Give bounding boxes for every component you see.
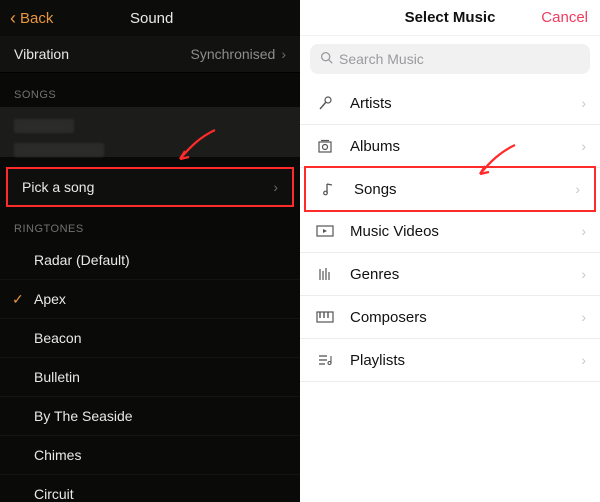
- category-artists[interactable]: Artists ›: [300, 82, 600, 125]
- page-title: Sound: [13, 10, 290, 27]
- category-label: Songs: [354, 181, 397, 198]
- section-ringtones-label: RINGTONES: [0, 207, 300, 241]
- category-albums[interactable]: Albums ›: [300, 125, 600, 168]
- ringtone-label: By The Seaside: [34, 408, 133, 424]
- chevron-right-icon: ›: [575, 181, 580, 197]
- category-label: Albums: [350, 138, 400, 155]
- music-category-list: Artists › Albums › Songs › Music Vide: [300, 82, 600, 382]
- note-icon: [318, 180, 340, 198]
- category-songs[interactable]: Songs ›: [304, 166, 596, 212]
- category-composers[interactable]: Composers ›: [300, 296, 600, 339]
- cancel-button[interactable]: Cancel: [541, 9, 588, 26]
- songs-area: [0, 107, 300, 157]
- category-label: Genres: [350, 266, 399, 283]
- chevron-right-icon: ›: [581, 352, 586, 368]
- header-left: ‹ Back Sound: [0, 0, 300, 36]
- blurred-song-item: [14, 119, 74, 133]
- category-music-videos[interactable]: Music Videos ›: [300, 210, 600, 253]
- ringtone-row[interactable]: Bulletin: [0, 358, 300, 397]
- pick-song-label: Pick a song: [22, 179, 94, 195]
- guitar-icon: [314, 265, 336, 283]
- ringtone-row[interactable]: By The Seaside: [0, 397, 300, 436]
- ringtones-list: Radar (Default) ✓ Apex Beacon Bulletin B…: [0, 241, 300, 502]
- category-genres[interactable]: Genres ›: [300, 253, 600, 296]
- category-label: Composers: [350, 309, 427, 326]
- category-label: Artists: [350, 95, 392, 112]
- album-icon: [314, 137, 336, 155]
- search-placeholder: Search Music: [339, 51, 424, 67]
- ringtone-row[interactable]: Radar (Default): [0, 241, 300, 280]
- ringtone-label: Chimes: [34, 447, 81, 463]
- ringtone-label: Radar (Default): [34, 252, 130, 268]
- piano-icon: [314, 308, 336, 326]
- vibration-row[interactable]: Vibration Synchronised ›: [0, 36, 300, 73]
- category-label: Playlists: [350, 352, 405, 369]
- ringtone-label: Beacon: [34, 330, 81, 346]
- ringtone-label: Apex: [34, 291, 66, 307]
- search-wrap: Search Music: [300, 36, 600, 82]
- video-icon: [314, 222, 336, 240]
- chevron-right-icon: ›: [281, 46, 286, 62]
- ringtone-row[interactable]: ✓ Apex: [0, 280, 300, 319]
- chevron-right-icon: ›: [581, 266, 586, 282]
- ringtone-row[interactable]: Circuit: [0, 475, 300, 502]
- pick-song-row[interactable]: Pick a song ›: [6, 167, 294, 207]
- vibration-value-wrap: Synchronised ›: [191, 46, 287, 62]
- ringtone-label: Bulletin: [34, 369, 80, 385]
- category-label: Music Videos: [350, 223, 439, 240]
- chevron-right-icon: ›: [581, 138, 586, 154]
- chevron-right-icon: ›: [581, 309, 586, 325]
- header-right: Select Music Cancel: [300, 0, 600, 36]
- vibration-value: Synchronised: [191, 46, 276, 62]
- check-icon: ✓: [12, 291, 24, 308]
- chevron-right-icon: ›: [581, 95, 586, 111]
- chevron-right-icon: ›: [581, 223, 586, 239]
- microphone-icon: [314, 94, 336, 112]
- chevron-right-icon: ›: [273, 179, 278, 195]
- blurred-song-item: [14, 143, 104, 157]
- search-input[interactable]: Search Music: [310, 44, 590, 74]
- ringtone-row[interactable]: Chimes: [0, 436, 300, 475]
- search-icon: [320, 51, 333, 67]
- sound-settings-panel: ‹ Back Sound Vibration Synchronised › SO…: [0, 0, 300, 502]
- section-songs-label: SONGS: [0, 73, 300, 107]
- select-music-panel: Select Music Cancel Search Music Artists…: [300, 0, 600, 502]
- category-playlists[interactable]: Playlists ›: [300, 339, 600, 382]
- vibration-label: Vibration: [14, 46, 69, 62]
- playlist-icon: [314, 351, 336, 369]
- ringtone-label: Circuit: [34, 486, 74, 502]
- ringtone-row[interactable]: Beacon: [0, 319, 300, 358]
- page-title: Select Music: [405, 9, 496, 26]
- annotation-arrow-icon: [170, 125, 220, 165]
